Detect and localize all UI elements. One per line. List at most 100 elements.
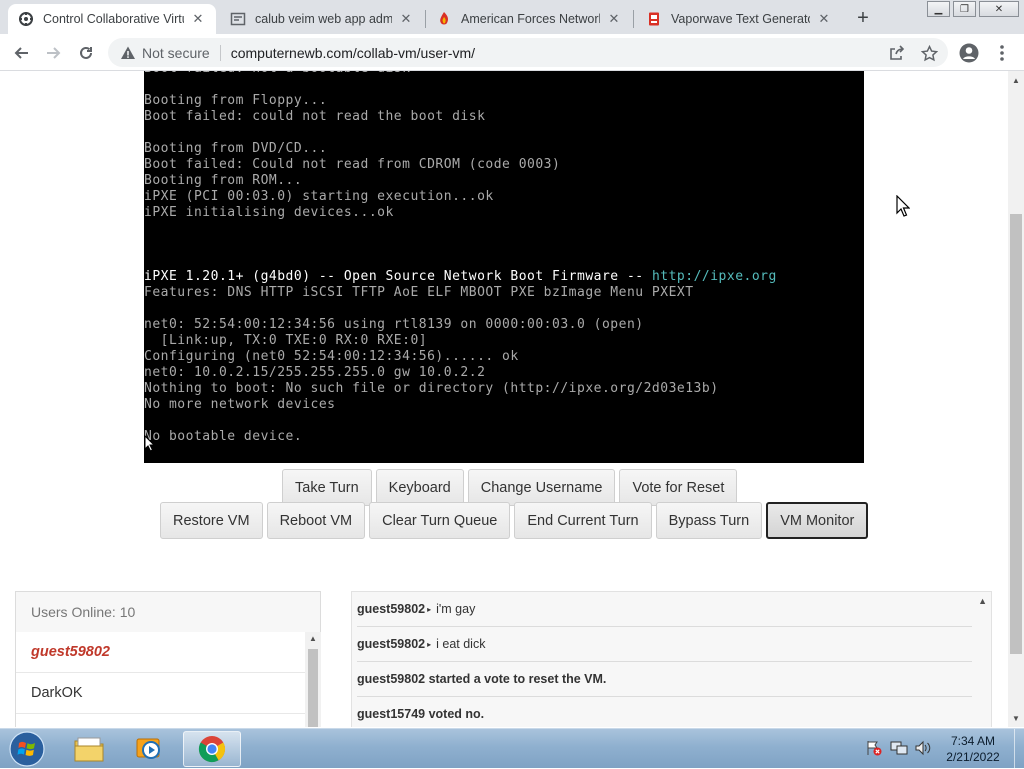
- tab-close-icon[interactable]: ✕: [398, 11, 414, 27]
- console-line: Boot failed: Could not read from CDROM (…: [144, 157, 560, 173]
- show-desktop-button[interactable]: [1014, 729, 1024, 769]
- tab-control-collaborative[interactable]: Control Collaborative Virtu ✕: [8, 4, 216, 34]
- scroll-up-arrow-icon[interactable]: ▲: [305, 634, 321, 643]
- volume-speaker-icon[interactable]: [914, 739, 932, 757]
- start-button[interactable]: [7, 730, 47, 768]
- tab-close-icon[interactable]: ✕: [190, 11, 206, 27]
- console-line: [Link:up, TX:0 TXE:0 RX:0 RXE:0]: [144, 333, 427, 349]
- console-line-text: Boot failed: could not read the boot dis…: [144, 109, 486, 124]
- tab-title: American Forces Network |: [461, 12, 600, 26]
- console-line: net0: 52:54:00:12:34:56 using rtl8139 on…: [144, 317, 644, 333]
- vm-monitor-button[interactable]: VM Monitor: [766, 502, 869, 539]
- forward-arrow-icon[interactable]: [40, 40, 66, 66]
- restore-icon[interactable]: ❐: [953, 1, 976, 17]
- window-close-icon[interactable]: ✕: [979, 1, 1019, 17]
- scroll-down-arrow-icon[interactable]: ▼: [1008, 711, 1024, 725]
- console-line: Configuring (net0 52:54:00:12:34:56)....…: [144, 349, 519, 365]
- system-clock[interactable]: 7:34 AM 2/21/2022: [936, 733, 1010, 765]
- console-line: iPXE (PCI 00:03.0) starting execution...…: [144, 189, 494, 205]
- taskbar-file-explorer-icon[interactable]: [60, 731, 118, 767]
- tab-american-forces[interactable]: American Forces Network | ✕: [426, 4, 632, 34]
- collabvm-favicon-icon: [18, 11, 34, 27]
- chat-text: guest59802 started a vote to reset the V…: [357, 672, 607, 686]
- console-line: Boot failed: could not read the boot dis…: [144, 109, 485, 125]
- console-line-text: Booting from DVD/CD...: [144, 141, 328, 156]
- tab-title: Vaporwave Text Generator: [671, 12, 810, 26]
- taskbar-chrome-icon[interactable]: [183, 731, 241, 767]
- console-link: http://ipxe.org: [651, 269, 777, 284]
- clock-time: 7:34 AM: [950, 734, 996, 748]
- console-line-text: Boot failed: not a bootable disk: [144, 71, 410, 76]
- console-line-text: iPXE 1.20.1+ (g4bd0) -- Open Source Netw…: [144, 269, 652, 284]
- profile-avatar-icon[interactable]: [958, 42, 980, 64]
- console-line: Booting from ROM...: [144, 173, 302, 189]
- chat-username[interactable]: guest59802: [357, 637, 425, 651]
- console-line: Nothing to boot: No such file or directo…: [144, 381, 719, 397]
- windows-taskbar: 7:34 AM 2/21/2022: [0, 728, 1024, 769]
- security-status-label[interactable]: Not secure: [142, 45, 210, 61]
- afn-favicon-icon: [436, 11, 452, 27]
- user-list-item[interactable]: guest59802: [16, 632, 305, 673]
- console-line: iPXE 1.20.1+ (g4bd0) -- Open Source Netw…: [144, 269, 777, 285]
- chat-system-message: guest59802 started a vote to reset the V…: [357, 662, 972, 697]
- action-center-flag-icon[interactable]: [865, 739, 883, 757]
- bypass-turn-button[interactable]: Bypass Turn: [655, 502, 763, 539]
- tab-close-icon[interactable]: ✕: [816, 11, 832, 27]
- chat-arrow-icon: ▸: [427, 639, 432, 649]
- chat-text: i eat dick: [436, 637, 486, 651]
- chat-panel: ▲ guest59802 ▸ i'm gay guest59802 ▸ i eat dic…: [351, 591, 992, 727]
- address-bar[interactable]: Not secure computernewb.com/collab-vm/us…: [108, 38, 948, 67]
- mouse-pointer-icon: [896, 194, 911, 222]
- vm-display[interactable]: Boot failed: not a bootable disk Booting …: [144, 71, 864, 463]
- chat-message: guest59802 ▸ i'm gay: [357, 592, 972, 627]
- users-online-count: Users Online: 10: [31, 604, 136, 620]
- console-line: Booting from Floppy...: [144, 93, 327, 109]
- tab-calub-veim[interactable]: calub veim web app admin ✕: [220, 4, 424, 34]
- page-scrollbar[interactable]: ▲ ▼: [1008, 71, 1024, 727]
- scrollbar-thumb[interactable]: [1010, 214, 1022, 654]
- reload-icon[interactable]: [73, 40, 99, 66]
- clear-turn-queue-button[interactable]: Clear Turn Queue: [369, 502, 511, 539]
- chat-text: i'm gay: [436, 602, 476, 616]
- tab-divider: [633, 10, 634, 28]
- tab-vaporwave[interactable]: Vaporwave Text Generator ✕: [636, 4, 842, 34]
- end-current-turn-button[interactable]: End Current Turn: [514, 502, 652, 539]
- turn-controls: Take Turn Keyboard Change Username Vote for…: [282, 469, 738, 506]
- chat-text: guest15749 voted no.: [357, 707, 485, 721]
- scrollbar-thumb[interactable]: [308, 649, 318, 727]
- console-line: No more network devices: [144, 397, 336, 413]
- url-text[interactable]: computernewb.com/collab-vm/user-vm/: [231, 45, 475, 61]
- take-turn-button[interactable]: Take Turn: [282, 469, 372, 506]
- user-list-item[interactable]: [16, 714, 305, 727]
- console-line-text: Booting from Floppy...: [144, 93, 328, 108]
- vote-for-reset-button[interactable]: Vote for Reset: [619, 469, 738, 506]
- console-line-text: Booting from ROM...: [144, 173, 303, 188]
- network-icon[interactable]: [890, 739, 908, 757]
- minimize-icon[interactable]: ▁: [927, 1, 950, 17]
- vm-controls: Restore VM Reboot VM Clear Turn Queue End C…: [160, 502, 869, 539]
- user-list-scrollbar[interactable]: ▲: [305, 632, 321, 727]
- reboot-vm-button[interactable]: Reboot VM: [266, 502, 366, 539]
- back-arrow-icon[interactable]: [9, 40, 35, 66]
- chat-username[interactable]: guest59802: [357, 602, 425, 616]
- warning-triangle-icon[interactable]: [120, 45, 136, 61]
- chat-system-message: guest15749 voted no.: [357, 697, 972, 727]
- new-tab-plus-icon[interactable]: +: [852, 7, 874, 29]
- scroll-up-arrow-icon[interactable]: ▲: [978, 596, 987, 606]
- console-line-text: Nothing to boot: No such file or directo…: [144, 381, 719, 396]
- keyboard-button[interactable]: Keyboard: [375, 469, 464, 506]
- change-username-button[interactable]: Change Username: [467, 469, 616, 506]
- share-icon[interactable]: [888, 44, 906, 62]
- scroll-up-arrow-icon[interactable]: ▲: [1008, 73, 1024, 87]
- chat-message: guest59802 ▸ i eat dick: [357, 627, 972, 662]
- bookmark-star-icon[interactable]: [920, 44, 938, 62]
- more-menu-icon[interactable]: [991, 42, 1013, 64]
- console-line-text: iPXE initialising devices...ok: [144, 205, 394, 220]
- tab-close-icon[interactable]: ✕: [606, 11, 622, 27]
- restore-vm-button[interactable]: Restore VM: [160, 502, 263, 539]
- taskbar-media-player-icon[interactable]: [120, 731, 178, 767]
- chat-arrow-icon: ▸: [427, 604, 432, 614]
- vaporwave-favicon-icon: [646, 11, 662, 27]
- console-line-text: Configuring (net0 52:54:00:12:34:56)....…: [144, 349, 519, 364]
- user-list-item[interactable]: DarkOK: [16, 673, 305, 714]
